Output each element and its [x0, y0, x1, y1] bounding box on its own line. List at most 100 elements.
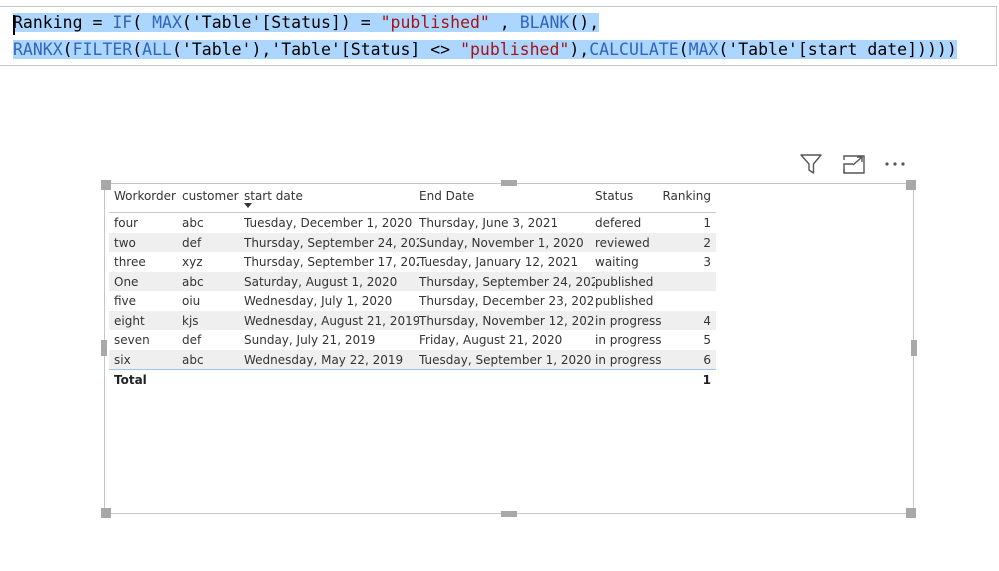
column-header-status[interactable]: Status: [595, 184, 661, 212]
formula-token: IF: [112, 13, 133, 32]
cell-status: in progress: [595, 313, 661, 328]
formula-token: MAX: [688, 40, 719, 59]
formula-token: CALCULATE: [589, 40, 679, 59]
cell-start-date: Sunday, July 21, 2019: [244, 333, 376, 347]
cell-workorder: One: [114, 274, 139, 289]
cell-end-date: Tuesday, January 12, 2021: [419, 255, 579, 269]
cell-end-date: Tuesday, September 1, 2020: [419, 352, 592, 367]
table-row[interactable]: One abc Saturday, August 1, 2020 Thursday, …: [109, 271, 716, 292]
formula-token: MAX: [152, 13, 182, 32]
formula-token: RANKX: [13, 40, 63, 59]
cell-end-date: Sunday, November 1, 2020: [419, 235, 584, 250]
resize-handle-right[interactable]: [911, 340, 917, 356]
formula-token: ALL: [142, 40, 172, 59]
cell-ranking: 1: [703, 216, 711, 230]
cell-customer: xyz: [182, 255, 203, 269]
sort-descending-icon[interactable]: [244, 203, 252, 208]
table-row[interactable]: six abc Wednesday, May 22, 2019 Tuesday, Se…: [109, 349, 716, 369]
formula-token: ('Table'),'Table'[Status] <>: [171, 40, 461, 59]
formula-token: (: [62, 40, 73, 59]
cell-customer: oiu: [182, 294, 201, 308]
focus-mode-icon[interactable]: [840, 151, 868, 177]
cell-workorder: five: [114, 294, 137, 308]
cell-customer: abc: [182, 352, 204, 367]
cell-ranking: 6: [703, 352, 711, 367]
cell-ranking: 4: [703, 313, 711, 328]
formula-token: (: [678, 40, 689, 59]
formula-token: ('Table'[Status]) =: [181, 13, 381, 32]
column-header-end-date[interactable]: End Date: [419, 184, 595, 212]
formula-token: ,: [489, 13, 520, 32]
cell-start-date: Wednesday, August 21, 2019: [244, 313, 419, 328]
cell-ranking: 3: [703, 255, 711, 269]
formula-token: BLANK: [519, 13, 570, 32]
table-row[interactable]: four abc Tuesday, December 1, 2020 Thursday…: [109, 213, 716, 233]
cell-end-date: Thursday, September 24, 2020: [419, 274, 595, 289]
cell-status: defered: [595, 216, 642, 230]
formula-line-1[interactable]: Ranking = IF( MAX('Table'[Status]) = "pu…: [13, 11, 600, 35]
cell-start-date: Saturday, August 1, 2020: [244, 274, 398, 289]
formula-token: (: [132, 40, 143, 59]
table-row[interactable]: three xyz Thursday, September 17, 2020 Tues…: [109, 252, 716, 272]
cell-customer: abc: [182, 216, 204, 230]
column-header-ranking[interactable]: Ranking: [661, 184, 711, 212]
resize-handle-top-right[interactable]: [906, 180, 916, 190]
cell-workorder: four: [114, 216, 139, 230]
column-header-customer[interactable]: customer: [182, 184, 244, 212]
cell-customer: def: [182, 333, 202, 347]
cell-customer: abc: [182, 274, 204, 289]
resize-handle-bottom-left[interactable]: [101, 508, 111, 518]
cell-workorder: three: [114, 255, 146, 269]
cell-ranking: 2: [703, 235, 711, 250]
formula-token: ('Table'[start date])))): [718, 40, 957, 59]
formula-token: Ranking =: [13, 13, 113, 32]
formula-token: FILTER: [72, 40, 133, 59]
resize-handle-bottom-right[interactable]: [906, 508, 916, 518]
formula-token: ),: [569, 40, 590, 59]
text-caret: [13, 15, 15, 35]
cell-workorder: six: [114, 352, 131, 367]
cell-end-date: Thursday, June 3, 2021: [419, 216, 559, 230]
formula-token: "published": [380, 13, 490, 32]
table-row[interactable]: five oiu Wednesday, July 1, 2020 Thursday, …: [109, 291, 716, 311]
table-row[interactable]: eight kjs Wednesday, August 21, 2019 Thursd…: [109, 310, 716, 330]
cell-workorder: two: [114, 235, 136, 250]
cell-workorder: eight: [114, 313, 145, 328]
table-row[interactable]: two def Thursday, September 24, 2020 Sunday…: [109, 232, 716, 252]
total-ranking: 1: [702, 373, 711, 387]
resize-handle-bottom[interactable]: [501, 511, 517, 517]
cell-start-date: Wednesday, July 1, 2020: [244, 294, 393, 308]
table-total-row: Total 1: [109, 369, 716, 390]
cell-start-date: Thursday, September 17, 2020: [244, 255, 419, 269]
more-options-icon[interactable]: [882, 151, 910, 177]
cell-ranking: [661, 272, 711, 292]
column-header-start-date[interactable]: start date: [244, 184, 419, 212]
cell-end-date: Thursday, December 23, 2021: [419, 294, 595, 308]
cell-end-date: Friday, August 21, 2020: [419, 333, 563, 347]
filter-icon[interactable]: [798, 151, 826, 177]
formula-token: "published": [460, 40, 570, 59]
cell-status: published: [595, 274, 654, 289]
table-header-row: Workorder customer start date End Date S…: [109, 184, 716, 213]
cell-start-date: Tuesday, December 1, 2020: [244, 216, 413, 230]
dax-formula-bar[interactable]: Ranking = IF( MAX('Table'[Status]) = "pu…: [0, 6, 997, 66]
formula-line-2[interactable]: RANKX(FILTER(ALL('Table'),'Table'[Status…: [13, 38, 957, 62]
formula-token: (),: [569, 13, 600, 32]
cell-workorder: seven: [114, 333, 150, 347]
column-header-workorder[interactable]: Workorder: [114, 184, 182, 212]
cell-status: published: [595, 294, 654, 308]
table-row[interactable]: seven def Sunday, July 21, 2019 Friday, Aug…: [109, 330, 716, 350]
cell-status: waiting: [595, 255, 639, 269]
cell-status: in progress: [595, 333, 661, 347]
cell-status: reviewed: [595, 235, 650, 250]
formula-token: (: [132, 13, 153, 32]
cell-end-date: Thursday, November 12, 2020: [419, 313, 595, 328]
cell-customer: def: [182, 235, 202, 250]
cell-status: in progress: [595, 352, 661, 367]
cell-ranking: [661, 291, 711, 311]
cell-customer: kjs: [182, 313, 199, 328]
cell-start-date: Wednesday, May 22, 2019: [244, 352, 404, 367]
cell-ranking: 5: [703, 333, 711, 347]
cell-start-date: Thursday, September 24, 2020: [244, 235, 419, 250]
resize-handle-left[interactable]: [101, 340, 107, 356]
